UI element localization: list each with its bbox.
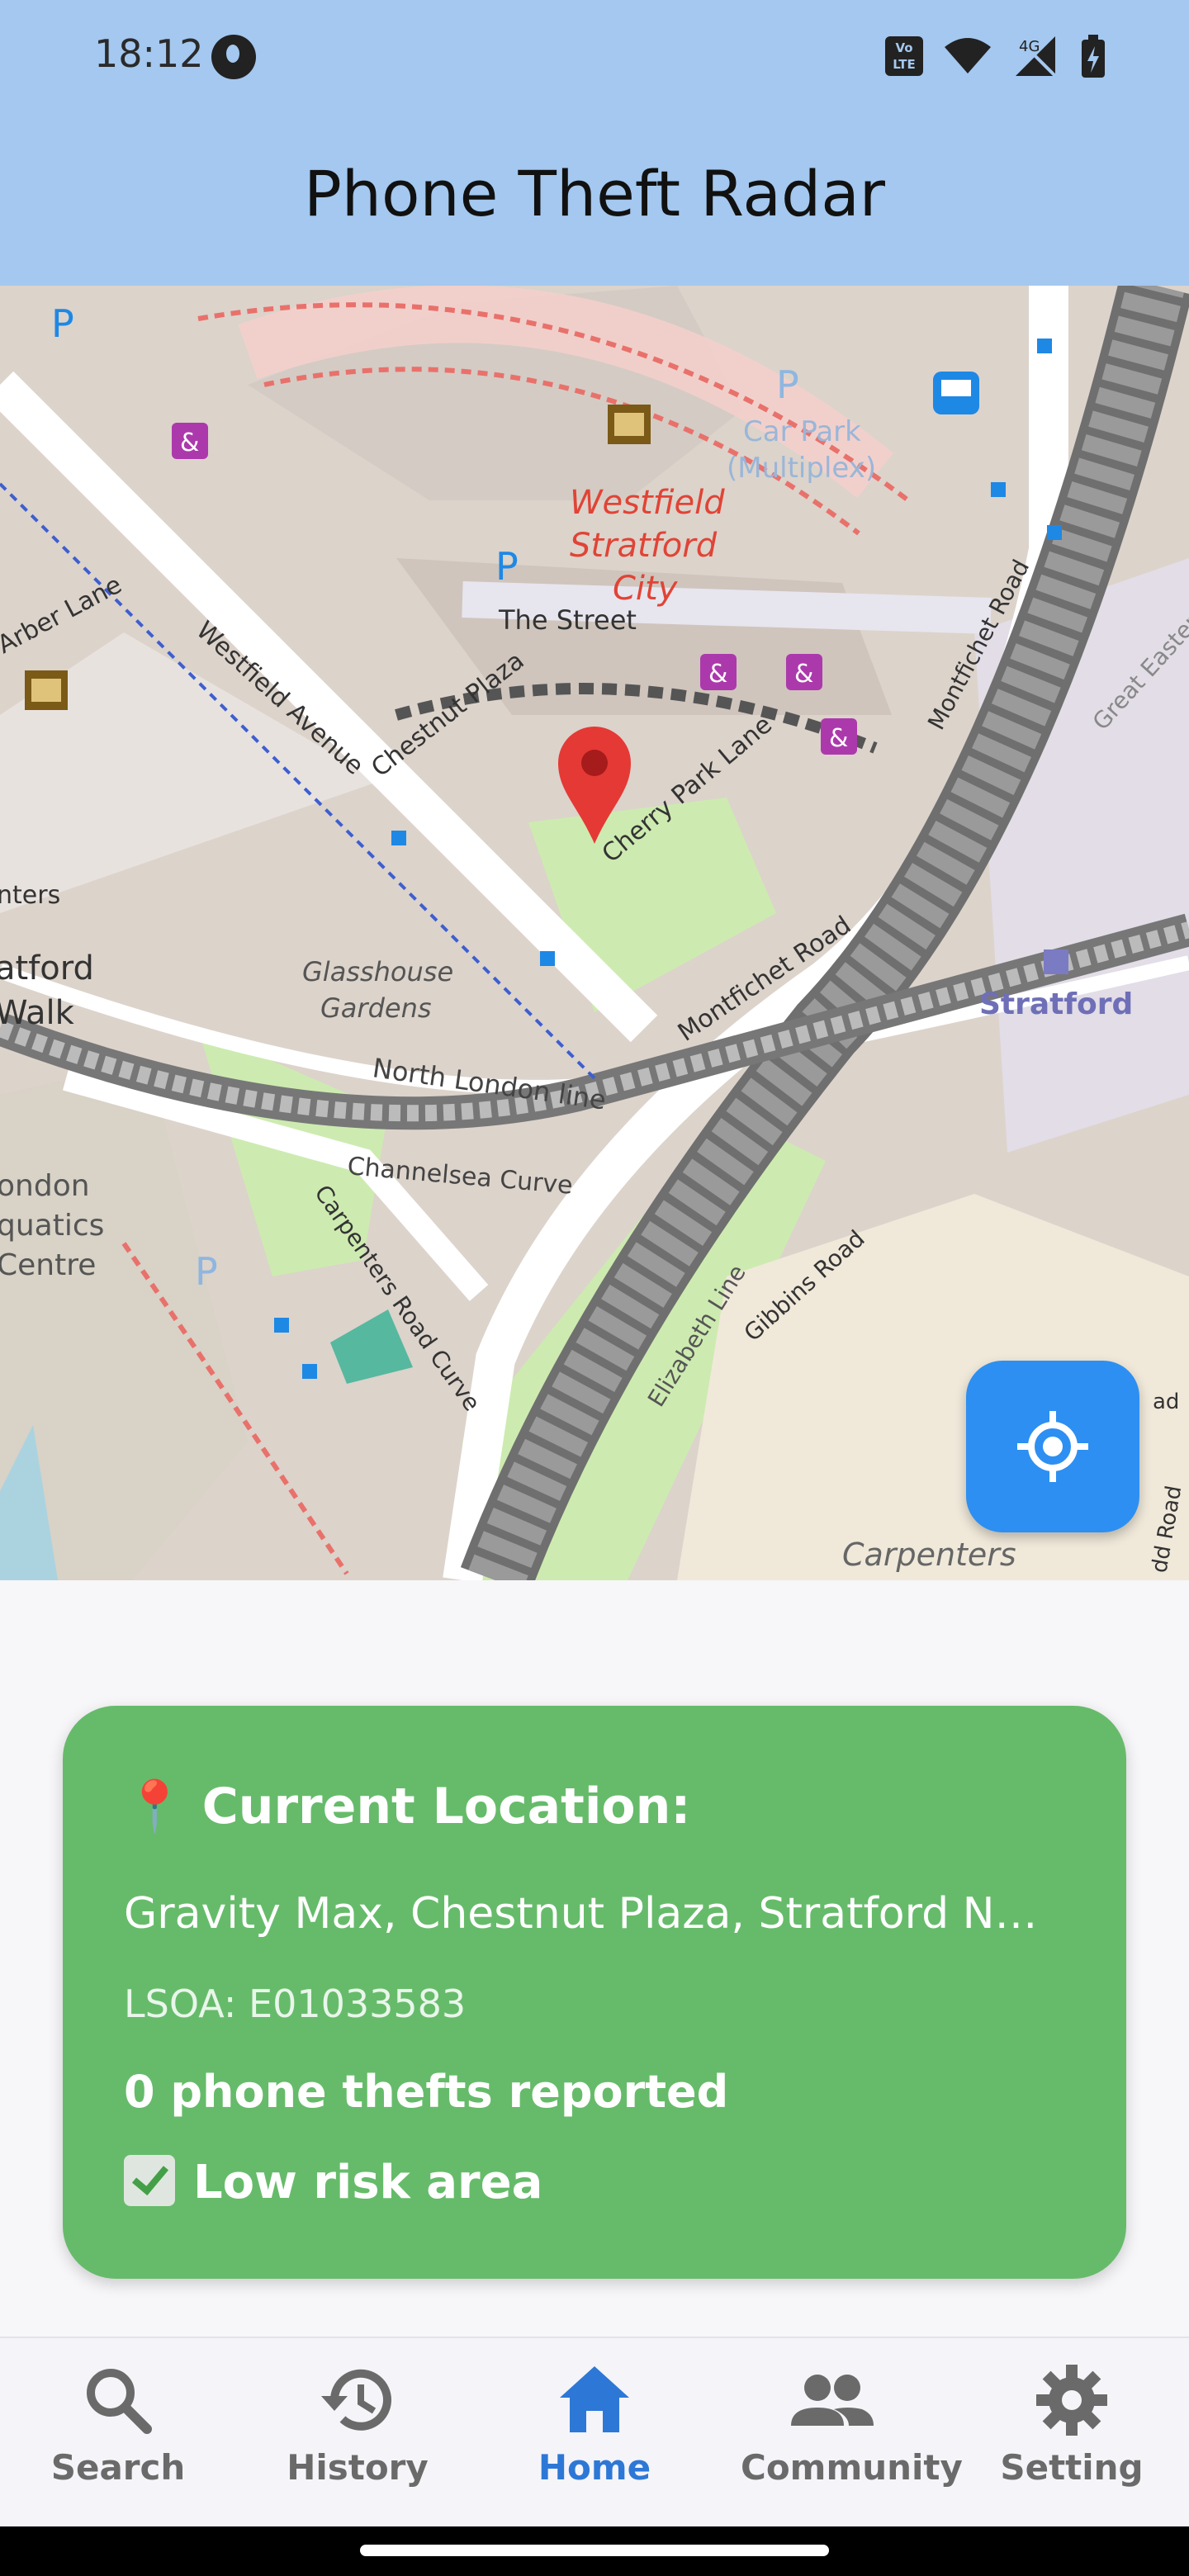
bus-station-icon bbox=[933, 372, 979, 414]
gear-icon bbox=[1036, 2365, 1107, 2436]
label-glasshouse: Gardens bbox=[320, 992, 432, 1024]
history-icon bbox=[321, 2369, 391, 2431]
crosshair-icon bbox=[1017, 1411, 1088, 1482]
cinema-icon bbox=[25, 670, 68, 710]
nav-search-label: Search bbox=[50, 2447, 186, 2488]
svg-text:&: & bbox=[180, 429, 199, 457]
nav-home-label: Home bbox=[538, 2447, 651, 2488]
app-bar: 18:12 Vo LTE 4G Phone Theft Radar bbox=[0, 0, 1189, 286]
parking-icon: P bbox=[776, 362, 799, 407]
shop-icon: & bbox=[821, 718, 857, 755]
shop-icon: & bbox=[700, 654, 737, 690]
location-info-card: 📍 Current Location: Gravity Max, Chestnut… bbox=[63, 1706, 1126, 2279]
volte-icon: Vo LTE bbox=[885, 36, 923, 76]
status-icons: Vo LTE 4G bbox=[885, 31, 1106, 81]
shop-icon: & bbox=[172, 423, 208, 459]
home-indicator[interactable] bbox=[360, 2545, 829, 2556]
nav-community-label: Community bbox=[741, 2447, 963, 2488]
svg-text:&: & bbox=[829, 724, 848, 753]
home-icon bbox=[560, 2366, 629, 2432]
label-westfield: City bbox=[613, 570, 679, 608]
shop-icon: & bbox=[786, 654, 822, 690]
label-stratford-walk: atford bbox=[0, 949, 94, 987]
wifi-icon bbox=[945, 38, 991, 73]
gesture-bar bbox=[0, 2526, 1189, 2576]
cinema-icon bbox=[608, 405, 651, 444]
label-car-park: Car Park bbox=[743, 415, 861, 448]
nav-history-label: History bbox=[287, 2447, 429, 2488]
community-icon bbox=[791, 2375, 874, 2426]
parking-icon: P bbox=[495, 544, 519, 589]
page-title: Phone Theft Radar bbox=[303, 157, 886, 230]
nav-search[interactable]: Search bbox=[27, 2363, 209, 2488]
label-westfield: Westfield bbox=[570, 484, 725, 522]
parking-icon: P bbox=[51, 301, 74, 346]
label-westfield: Stratford bbox=[570, 527, 718, 565]
check-mark-icon bbox=[124, 2155, 175, 2206]
bottom-navigation: Search History Home Community Setting bbox=[0, 2337, 1189, 2528]
label-partial: nters bbox=[0, 881, 60, 910]
nav-setting[interactable]: Setting bbox=[981, 2363, 1163, 2488]
label-aquatics: ondon bbox=[0, 1169, 90, 1203]
label-aquatics: quatics bbox=[0, 1209, 104, 1243]
pin-icon: 📍 bbox=[124, 1778, 186, 1835]
risk-level-row: Low risk area bbox=[124, 2155, 542, 2209]
label-stratford: Stratford bbox=[979, 987, 1133, 1021]
svg-text:&: & bbox=[708, 660, 727, 689]
status-time: 18:12 bbox=[94, 31, 204, 76]
risk-level: Low risk area bbox=[193, 2156, 543, 2209]
label-carpenters: Carpenters bbox=[842, 1537, 1016, 1573]
nav-setting-label: Setting bbox=[1000, 2447, 1144, 2488]
card-title-row: 📍 Current Location: bbox=[124, 1777, 690, 1835]
network-type: 4G bbox=[1019, 38, 1040, 55]
map-view[interactable]: & & & & P P P P Westfield Stratford City… bbox=[0, 286, 1189, 1580]
label-the-street: The Street bbox=[498, 604, 637, 636]
label-glasshouse: Glasshouse bbox=[302, 956, 453, 987]
lsoa-code: LSOA: E01033583 bbox=[124, 1982, 467, 2026]
battery-icon bbox=[1082, 35, 1105, 78]
theft-count: 0 phone thefts reported bbox=[124, 2066, 729, 2118]
nav-history[interactable]: History bbox=[267, 2363, 448, 2488]
label-stratford-walk: Walk bbox=[0, 994, 75, 1032]
label-aquatics: Centre bbox=[0, 1248, 96, 1282]
label-car-park: (Multiplex) bbox=[727, 452, 876, 485]
current-address: Gravity Max, Chestnut Plaza, Stratford N… bbox=[124, 1889, 1057, 1939]
nav-community[interactable]: Community bbox=[741, 2363, 963, 2488]
nav-home[interactable]: Home bbox=[504, 2363, 685, 2488]
card-title: Current Location: bbox=[201, 1778, 691, 1835]
signal-icon: 4G bbox=[1014, 35, 1057, 78]
label-partial: ad bbox=[1153, 1390, 1179, 1414]
my-location-button[interactable] bbox=[966, 1361, 1139, 1532]
svg-text:&: & bbox=[794, 660, 813, 689]
search-icon bbox=[87, 2369, 152, 2434]
notification-icon bbox=[211, 35, 256, 79]
parking-icon: P bbox=[195, 1249, 218, 1294]
